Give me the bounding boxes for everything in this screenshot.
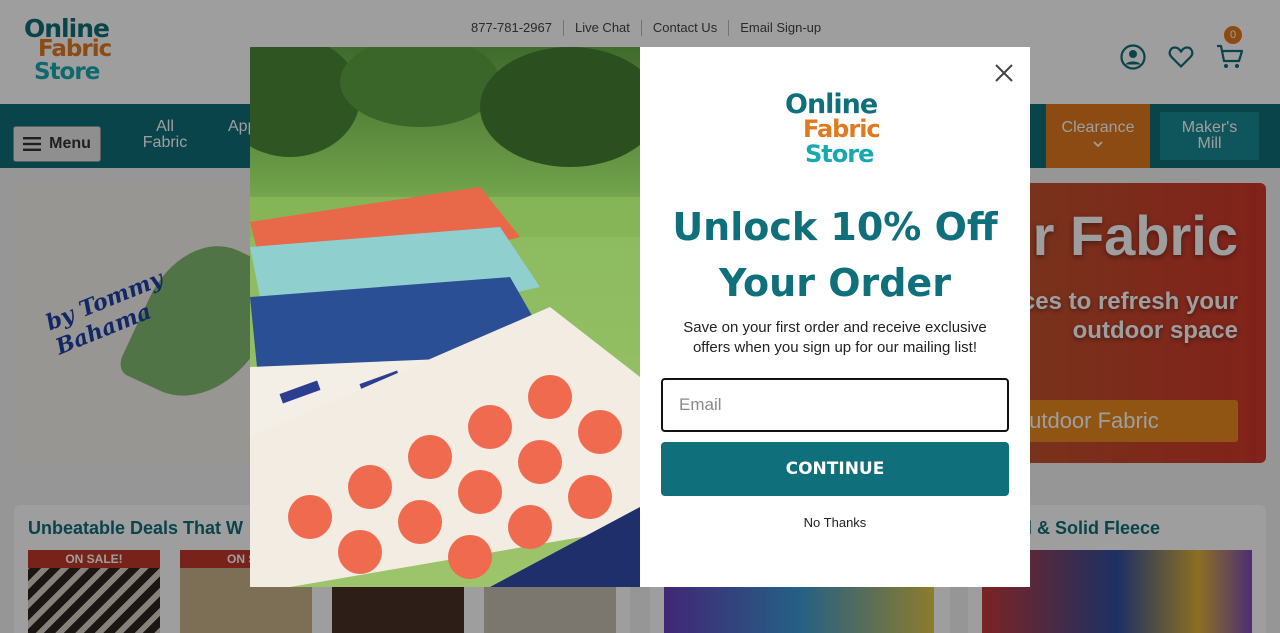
fabric-stack-photo — [250, 47, 640, 587]
email-field[interactable] — [661, 378, 1009, 432]
modal-logo: Online Fabric Store — [785, 91, 895, 177]
modal-description: Save on your first order and receive exc… — [683, 319, 987, 356]
modal-logo-line-2: Fabric — [803, 115, 881, 143]
signup-modal: Online Fabric Store Unlock 10% Off Your … — [250, 47, 1030, 587]
signup-panel: Online Fabric Store Unlock 10% Off Your … — [640, 47, 1030, 587]
continue-button[interactable]: CONTINUE — [661, 442, 1009, 496]
no-thanks-link[interactable]: No Thanks — [640, 515, 1030, 530]
modal-logo-line-1: Online — [785, 89, 878, 120]
modal-headline: Unlock 10% Off Your Order — [672, 205, 998, 305]
close-button[interactable] — [992, 61, 1016, 85]
close-icon — [995, 64, 1013, 82]
modal-logo-line-3: Store — [805, 140, 874, 168]
